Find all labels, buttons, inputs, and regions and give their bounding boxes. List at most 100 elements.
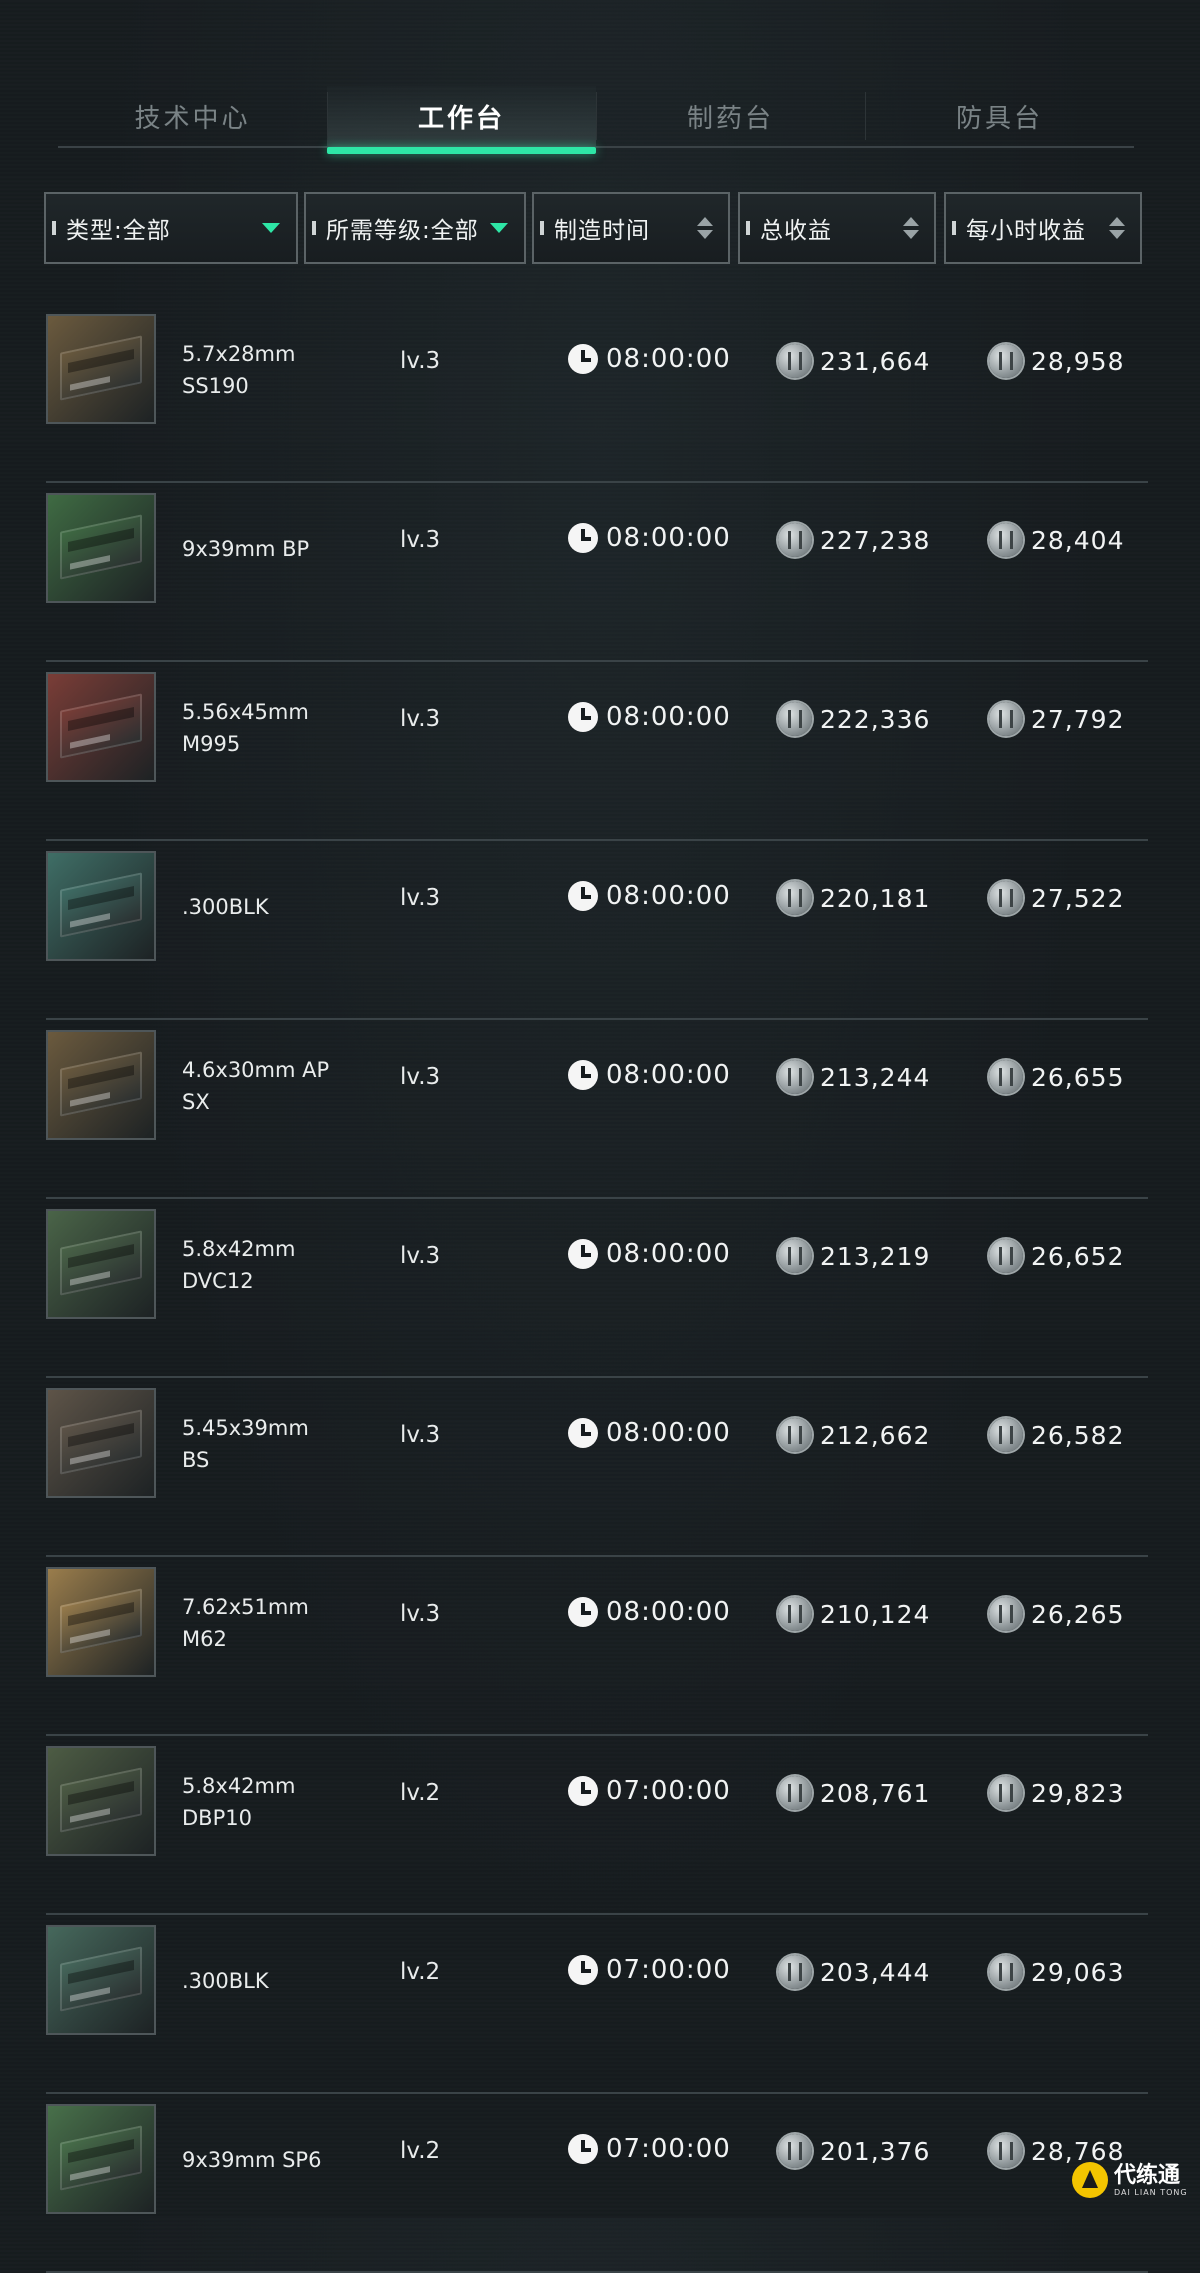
ammo-box-thumbnail bbox=[46, 314, 156, 424]
coin-icon bbox=[989, 1060, 1023, 1094]
hourly-profit-value: 26,582 bbox=[1031, 1420, 1125, 1450]
recipe-row[interactable]: 5.8x42mm DVC12 lv.3 08:00:00 213,219 26,… bbox=[46, 1199, 1148, 1378]
craft-time: 08:00:00 bbox=[568, 1239, 731, 1269]
recipe-row[interactable]: 4.6x30mm AP SX lv.3 08:00:00 213,244 26,… bbox=[46, 1020, 1148, 1199]
hourly-profit-sort-label: 每小时收益 bbox=[966, 218, 1086, 244]
craft-time: 08:00:00 bbox=[568, 702, 731, 732]
recipe-row[interactable]: .300BLK lv.2 07:00:00 203,444 29,063 bbox=[46, 1915, 1148, 2094]
clock-icon bbox=[568, 523, 598, 553]
coin-icon bbox=[778, 2134, 812, 2168]
item-name-line1: .300BLK bbox=[182, 895, 269, 919]
item-name-line1: .300BLK bbox=[182, 1969, 269, 1993]
craft-time-sort[interactable]: 制造时间 bbox=[532, 192, 730, 264]
coin-icon bbox=[778, 344, 812, 378]
item-name-line1: 4.6x30mm AP bbox=[182, 1058, 330, 1082]
total-profit-value: 201,376 bbox=[820, 2136, 931, 2166]
sort-icon bbox=[902, 217, 920, 239]
level-filter-dropdown[interactable]: 所需等级:全部 bbox=[304, 192, 526, 264]
type-filter-label: 类型:全部 bbox=[66, 218, 171, 244]
recipe-row[interactable]: 5.56x45mm M995 lv.3 08:00:00 222,336 27,… bbox=[46, 662, 1148, 841]
recipe-row[interactable]: 5.7x28mm SS190 lv.3 08:00:00 231,664 28,… bbox=[46, 304, 1148, 483]
watermark-text: 代练通 bbox=[1114, 2162, 1181, 2188]
total-profit-value: 210,124 bbox=[820, 1599, 931, 1629]
total-profit: 220,181 bbox=[778, 881, 930, 915]
required-level: lv.3 bbox=[400, 885, 441, 911]
ammo-box-icon bbox=[60, 1230, 142, 1296]
ammo-box-icon bbox=[60, 1409, 142, 1475]
ammo-box-icon bbox=[60, 872, 142, 938]
clock-icon bbox=[568, 1239, 598, 1269]
total-profit-sort[interactable]: 总收益 bbox=[738, 192, 936, 264]
craft-time-value: 07:00:00 bbox=[606, 2134, 731, 2164]
recipe-row[interactable]: 5.8x42mm DBP10 lv.2 07:00:00 208,761 29,… bbox=[46, 1736, 1148, 1915]
item-name: 9x39mm BP bbox=[182, 509, 352, 589]
craft-time: 08:00:00 bbox=[568, 344, 731, 374]
item-name: 7.62x51mm M62 bbox=[182, 1583, 352, 1663]
clock-icon bbox=[568, 1418, 598, 1448]
craft-time-value: 08:00:00 bbox=[606, 702, 731, 732]
required-level: lv.2 bbox=[400, 1780, 441, 1806]
ammo-box-thumbnail bbox=[46, 1209, 156, 1319]
hourly-profit-sort[interactable]: 每小时收益 bbox=[944, 192, 1142, 264]
coin-icon bbox=[989, 1776, 1023, 1810]
ammo-box-icon bbox=[60, 1946, 142, 2012]
item-name: 5.45x39mm BS bbox=[182, 1404, 352, 1484]
craft-time: 08:00:00 bbox=[568, 881, 731, 911]
craft-time: 08:00:00 bbox=[568, 523, 731, 553]
sort-icon bbox=[1108, 217, 1126, 239]
hourly-profit: 26,265 bbox=[989, 1597, 1124, 1631]
tab-tech-center[interactable]: 技术中心 bbox=[58, 86, 327, 146]
craft-time: 07:00:00 bbox=[568, 1776, 731, 1806]
recipe-row[interactable]: .300BLK lv.3 08:00:00 220,181 27,522 bbox=[46, 841, 1148, 1020]
total-profit: 227,238 bbox=[778, 523, 930, 557]
recipe-row[interactable]: 9x39mm SP6 lv.2 07:00:00 201,376 28,768 bbox=[46, 2094, 1148, 2273]
coin-icon bbox=[989, 344, 1023, 378]
type-filter-dropdown[interactable]: 类型:全部 bbox=[44, 192, 298, 264]
item-name-line2: M995 bbox=[182, 732, 241, 756]
dropdown-arrow-icon bbox=[490, 223, 508, 233]
ammo-box-icon bbox=[60, 514, 142, 580]
ammo-box-icon bbox=[60, 693, 142, 759]
total-profit-value: 212,662 bbox=[820, 1420, 931, 1450]
tab-workbench[interactable]: 工作台 bbox=[327, 86, 596, 154]
required-level: lv.3 bbox=[400, 1064, 441, 1090]
clock-icon bbox=[568, 344, 598, 374]
required-level: lv.3 bbox=[400, 706, 441, 732]
recipe-row[interactable]: 5.45x39mm BS lv.3 08:00:00 212,662 26,58… bbox=[46, 1378, 1148, 1557]
tab-armor-bench[interactable]: 防具台 bbox=[865, 86, 1134, 146]
tab-pharmacy[interactable]: 制药台 bbox=[596, 86, 865, 146]
ammo-box-thumbnail bbox=[46, 851, 156, 961]
coin-icon bbox=[989, 523, 1023, 557]
hourly-profit: 26,652 bbox=[989, 1239, 1124, 1273]
item-name: .300BLK bbox=[182, 1941, 352, 2021]
craft-time-value: 07:00:00 bbox=[606, 1776, 731, 1806]
clock-icon bbox=[568, 1955, 598, 1985]
recipe-row[interactable]: 9x39mm BP lv.3 08:00:00 227,238 28,404 bbox=[46, 483, 1148, 662]
craft-time-value: 08:00:00 bbox=[606, 881, 731, 911]
ammo-box-thumbnail bbox=[46, 1746, 156, 1856]
required-level: lv.2 bbox=[400, 1959, 441, 1985]
coin-icon bbox=[778, 702, 812, 736]
total-profit-sort-label: 总收益 bbox=[760, 218, 832, 244]
sort-icon bbox=[696, 217, 714, 239]
hourly-profit-value: 28,958 bbox=[1031, 346, 1125, 376]
hourly-profit: 29,823 bbox=[989, 1776, 1124, 1810]
clock-icon bbox=[568, 2134, 598, 2164]
item-name-line1: 5.8x42mm bbox=[182, 1237, 296, 1261]
item-name-line1: 5.56x45mm bbox=[182, 700, 309, 724]
item-name: .300BLK bbox=[182, 867, 352, 947]
watermark: 代练通 DAI LIAN TONG bbox=[1072, 2162, 1188, 2198]
tick-mark bbox=[312, 221, 316, 235]
total-profit-value: 213,219 bbox=[820, 1241, 931, 1271]
total-profit: 213,219 bbox=[778, 1239, 930, 1273]
coin-icon bbox=[989, 1239, 1023, 1273]
item-name-line2: BS bbox=[182, 1448, 210, 1472]
coin-icon bbox=[778, 1776, 812, 1810]
recipe-row[interactable]: 7.62x51mm M62 lv.3 08:00:00 210,124 26,2… bbox=[46, 1557, 1148, 1736]
item-name-line1: 5.7x28mm bbox=[182, 342, 296, 366]
coin-icon bbox=[989, 2134, 1023, 2168]
coin-icon bbox=[778, 1060, 812, 1094]
coin-icon bbox=[989, 1418, 1023, 1452]
item-name-line1: 5.8x42mm bbox=[182, 1774, 296, 1798]
coin-icon bbox=[778, 1597, 812, 1631]
